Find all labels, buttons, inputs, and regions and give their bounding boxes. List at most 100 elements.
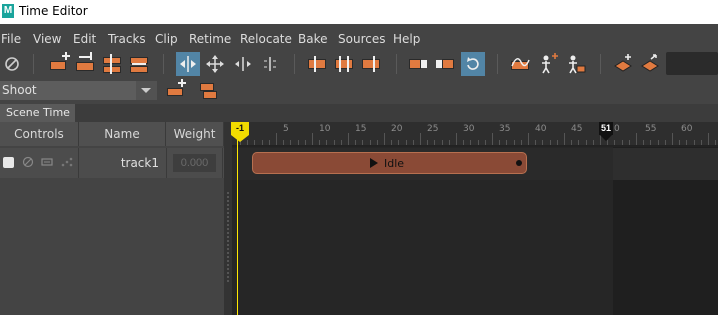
- ruler-tick: [362, 140, 364, 145]
- ruler-tick: [261, 140, 263, 145]
- split-clip-icon[interactable]: [101, 52, 125, 76]
- add-clip-icon[interactable]: [74, 52, 98, 76]
- track-enable-checkbox[interactable]: [3, 157, 14, 168]
- ruler-tick: [700, 140, 702, 145]
- time-ruler[interactable]: 5 10 15 20 25 30 35 40 45 0 55 60 51: [232, 122, 718, 146]
- ruler-tick: [499, 140, 501, 145]
- menu-bake[interactable]: Bake: [298, 32, 328, 46]
- track-weight-field[interactable]: 0.000: [173, 154, 216, 172]
- menu-sources[interactable]: Sources: [338, 32, 385, 46]
- crossfade-out-icon[interactable]: [407, 52, 431, 76]
- snap-clips-icon[interactable]: [258, 52, 282, 76]
- ruler-label: 25: [427, 124, 439, 134]
- menu-view[interactable]: View: [33, 32, 61, 46]
- ruler-label: 45: [571, 124, 583, 134]
- ruler-tick: [636, 133, 637, 145]
- ruler-label: 40: [535, 124, 547, 134]
- panel-splitter[interactable]: [224, 122, 232, 315]
- menu-relocate[interactable]: Relocate: [240, 32, 292, 46]
- ruler-tick: [276, 133, 277, 145]
- column-header-name[interactable]: Name: [79, 122, 166, 146]
- ruler-tick: [506, 140, 508, 145]
- move-tool-icon[interactable]: [203, 52, 227, 76]
- end-frame-marker[interactable]: 51: [599, 122, 613, 141]
- graph-editor-icon[interactable]: [509, 52, 533, 76]
- ruler-tick: [448, 140, 450, 145]
- track-name[interactable]: track1: [79, 156, 159, 170]
- ruler-tick: [369, 140, 371, 145]
- crossfade-in-icon[interactable]: [434, 52, 458, 76]
- ruler-tick: [693, 140, 695, 145]
- ruler-label: 60: [681, 124, 693, 134]
- ruler-label: 5: [283, 124, 289, 134]
- ruler-tick: [304, 140, 306, 145]
- new-composition-icon[interactable]: [164, 79, 188, 103]
- ruler-tick: [283, 140, 285, 145]
- slide-tool-icon[interactable]: [176, 52, 200, 76]
- clip-label: Idle: [384, 157, 405, 170]
- mute-icon[interactable]: [0, 52, 24, 76]
- menu-tracks[interactable]: Tracks: [108, 32, 146, 46]
- ruler-tick: [326, 140, 328, 145]
- animation-clip[interactable]: Idle: [252, 152, 527, 174]
- ruler-tick: [564, 133, 565, 145]
- column-header-controls[interactable]: Controls: [0, 122, 79, 146]
- ruler-tick: [412, 140, 414, 145]
- tab-scene-time[interactable]: Scene Time: [0, 104, 75, 122]
- key-move-icon[interactable]: [638, 52, 662, 76]
- key-add-icon[interactable]: [611, 52, 635, 76]
- ruler-tick: [254, 140, 256, 145]
- maya-app-icon: M: [2, 4, 14, 18]
- ruler-tick: [290, 140, 292, 145]
- menu-help[interactable]: Help: [393, 32, 420, 46]
- search-field[interactable]: [666, 52, 718, 75]
- composition-dropdown[interactable]: Shoot: [0, 81, 157, 100]
- add-attribute-icon[interactable]: [563, 52, 587, 76]
- chevron-down-icon[interactable]: [136, 81, 157, 100]
- mute-icon[interactable]: [22, 156, 34, 168]
- add-character-icon[interactable]: [536, 52, 560, 76]
- duplicate-composition-icon[interactable]: [197, 79, 221, 103]
- ruler-tick: [643, 140, 645, 145]
- add-track-icon[interactable]: [47, 52, 71, 76]
- ruler-tick: [592, 140, 594, 145]
- ruler-tick: [672, 133, 673, 145]
- ruler-tick: [427, 140, 429, 145]
- ruler-tick: [420, 133, 421, 145]
- ruler-tick: [348, 133, 349, 145]
- playhead-line[interactable]: [237, 134, 238, 315]
- trim-start-icon[interactable]: [306, 52, 330, 76]
- ruler-tick: [391, 140, 393, 145]
- window-titlebar: M Time Editor: [0, 0, 718, 24]
- snap-frames-icon[interactable]: [231, 52, 255, 76]
- playhead-marker[interactable]: -1: [231, 122, 249, 142]
- trim-both-icon[interactable]: [333, 52, 357, 76]
- solo-icon[interactable]: [41, 157, 53, 167]
- timeline-area[interactable]: 5 10 15 20 25 30 35 40 45 0 55 60 51 Idl…: [231, 122, 718, 315]
- column-header-weight[interactable]: Weight: [166, 122, 224, 146]
- ruler-tick: [340, 140, 342, 145]
- ruler-tick: [484, 140, 486, 145]
- ruler-tick: [571, 140, 573, 145]
- ruler-label: 55: [645, 124, 657, 134]
- menu-edit[interactable]: Edit: [73, 32, 96, 46]
- trim-end-icon[interactable]: [360, 52, 384, 76]
- menu-clip[interactable]: Clip: [155, 32, 178, 46]
- ruler-tick: [333, 140, 335, 145]
- track-row[interactable]: track1 0.000: [0, 148, 224, 178]
- lock-icon[interactable]: [60, 156, 74, 168]
- menu-file[interactable]: File: [1, 32, 21, 46]
- ruler-tick: [492, 133, 493, 145]
- ruler-tick: [528, 133, 529, 145]
- ruler-tick: [312, 133, 313, 145]
- ruler-tick: [520, 140, 522, 145]
- merge-clip-icon[interactable]: [128, 52, 152, 76]
- loop-icon[interactable]: [461, 52, 485, 76]
- menu-retime[interactable]: Retime: [189, 32, 231, 46]
- ruler-tick: [268, 140, 270, 145]
- window-title: Time Editor: [19, 4, 88, 18]
- ruler-tick: [679, 140, 681, 145]
- ruler-tick: [708, 133, 709, 145]
- clip-end-handle[interactable]: [516, 160, 522, 166]
- ruler-tick: [614, 140, 616, 145]
